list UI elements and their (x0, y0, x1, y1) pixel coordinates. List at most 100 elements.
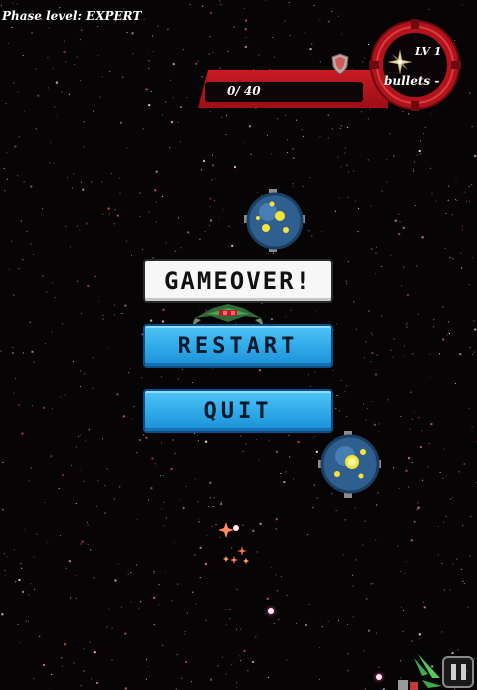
level-label: LV 1 (415, 45, 442, 58)
star (273, 623, 275, 624)
star (443, 521, 444, 523)
star (458, 471, 460, 473)
star (311, 235, 313, 237)
gameover-banner: GAMEOVER! (143, 259, 333, 303)
star (34, 588, 36, 590)
star (140, 377, 142, 379)
star (285, 471, 287, 473)
star (98, 300, 100, 302)
star (99, 96, 101, 98)
star (404, 572, 406, 574)
star (352, 574, 353, 576)
star (225, 609, 226, 611)
star (452, 563, 454, 565)
star (401, 606, 402, 608)
star (64, 40, 65, 42)
star (80, 181, 82, 183)
star (61, 91, 63, 93)
star (444, 248, 446, 249)
star (378, 666, 380, 668)
star (81, 29, 83, 31)
star (113, 314, 115, 316)
star (148, 211, 150, 213)
star (347, 261, 349, 263)
star (412, 418, 413, 420)
star (296, 622, 297, 624)
phase-level-label: Phase level: EXPERT (2, 9, 142, 23)
star (15, 581, 17, 583)
star (74, 64, 76, 65)
star (152, 51, 154, 53)
star (402, 226, 405, 229)
star (76, 56, 78, 58)
star (173, 542, 175, 544)
star (169, 147, 171, 149)
star (18, 579, 21, 581)
star (352, 585, 354, 587)
star (80, 685, 82, 687)
star (30, 467, 32, 469)
star (92, 387, 94, 389)
star (120, 606, 122, 608)
star (114, 579, 117, 582)
star (163, 525, 165, 527)
star (91, 678, 92, 680)
star (304, 32, 306, 34)
star (408, 486, 410, 488)
star (406, 326, 408, 328)
star (286, 659, 288, 661)
star (110, 172, 112, 174)
star (8, 268, 10, 270)
star (114, 223, 116, 225)
star (22, 55, 24, 56)
star (207, 506, 209, 508)
star (119, 192, 121, 194)
star (258, 369, 261, 372)
star (20, 220, 22, 222)
star (421, 430, 423, 432)
star (463, 463, 465, 465)
star (375, 252, 377, 254)
star (79, 469, 81, 471)
star (197, 60, 199, 62)
star (162, 308, 165, 311)
star (180, 247, 182, 249)
star (108, 608, 110, 610)
star (77, 280, 79, 282)
star (102, 315, 104, 317)
star (28, 480, 30, 482)
star (14, 378, 16, 380)
pause-icon[interactable] (442, 656, 474, 688)
star (43, 664, 45, 666)
star (370, 583, 372, 585)
star (138, 608, 140, 610)
star (124, 687, 127, 690)
star (18, 404, 21, 407)
star (296, 119, 298, 121)
star (265, 0, 267, 2)
star (151, 35, 153, 37)
star (21, 567, 23, 569)
star (101, 76, 103, 78)
star (1, 613, 4, 616)
restart-button[interactable]: RESTART (143, 324, 333, 368)
star (76, 574, 77, 576)
star (170, 79, 172, 81)
star (239, 655, 241, 657)
star (83, 670, 85, 672)
star (164, 570, 166, 572)
star (353, 301, 355, 303)
star (341, 33, 343, 35)
score-counter: 0/ 40 (227, 84, 261, 98)
star (78, 436, 79, 438)
star (197, 501, 199, 503)
star (275, 528, 277, 530)
star (433, 319, 435, 321)
star (205, 619, 207, 621)
star (275, 518, 278, 521)
star (218, 217, 220, 219)
star (469, 92, 471, 94)
quit-button[interactable]: QUIT (143, 389, 333, 433)
star (397, 545, 398, 547)
star (154, 463, 156, 465)
